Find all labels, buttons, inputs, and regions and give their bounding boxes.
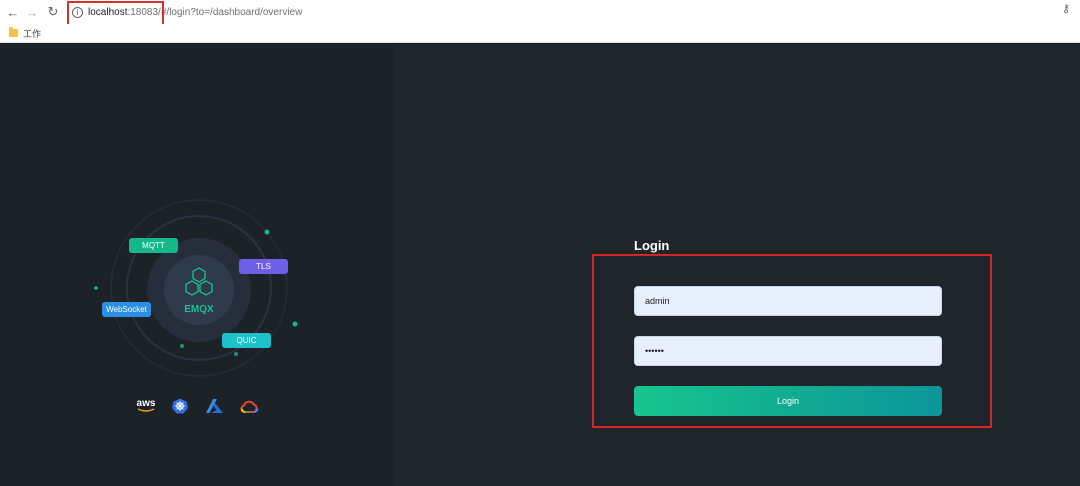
kubernetes-icon [171, 397, 189, 415]
login-title: Login [634, 238, 670, 253]
azure-icon [205, 397, 223, 415]
url-path: login?to=/dashboard/overview [169, 6, 303, 18]
bookmarks-bar: 工作 [0, 24, 1080, 43]
aws-logo: aws [136, 398, 156, 412]
protocol-tag-tls: TLS [239, 259, 288, 274]
bookmark-folder-label[interactable]: 工作 [23, 27, 41, 40]
orbit-dot [180, 344, 184, 348]
protocol-tag-quic: QUIC [222, 333, 271, 348]
folder-icon [9, 27, 18, 37]
orbit-dot [94, 286, 98, 290]
orbit-dot [292, 321, 298, 327]
protocol-tag-websocket: WebSocket [102, 302, 151, 317]
back-arrow-icon[interactable]: ← [4, 3, 22, 21]
emqx-wordmark: EMQX [184, 304, 214, 315]
key-icon[interactable]: ⚷ [1062, 2, 1070, 15]
orbit-dot [264, 229, 270, 235]
forward-arrow-icon[interactable]: → [23, 3, 41, 21]
reload-icon[interactable]: ↻ [44, 3, 62, 21]
protocol-tag-mqtt: MQTT [129, 238, 178, 253]
login-form-highlight-box [592, 254, 992, 428]
orbit-dot [234, 352, 238, 356]
google-cloud-icon [239, 397, 259, 415]
address-bar[interactable]: i localhost :18083/#/ login?to=/dashboar… [66, 3, 1072, 21]
hero-illustration: EMQX [94, 199, 298, 377]
